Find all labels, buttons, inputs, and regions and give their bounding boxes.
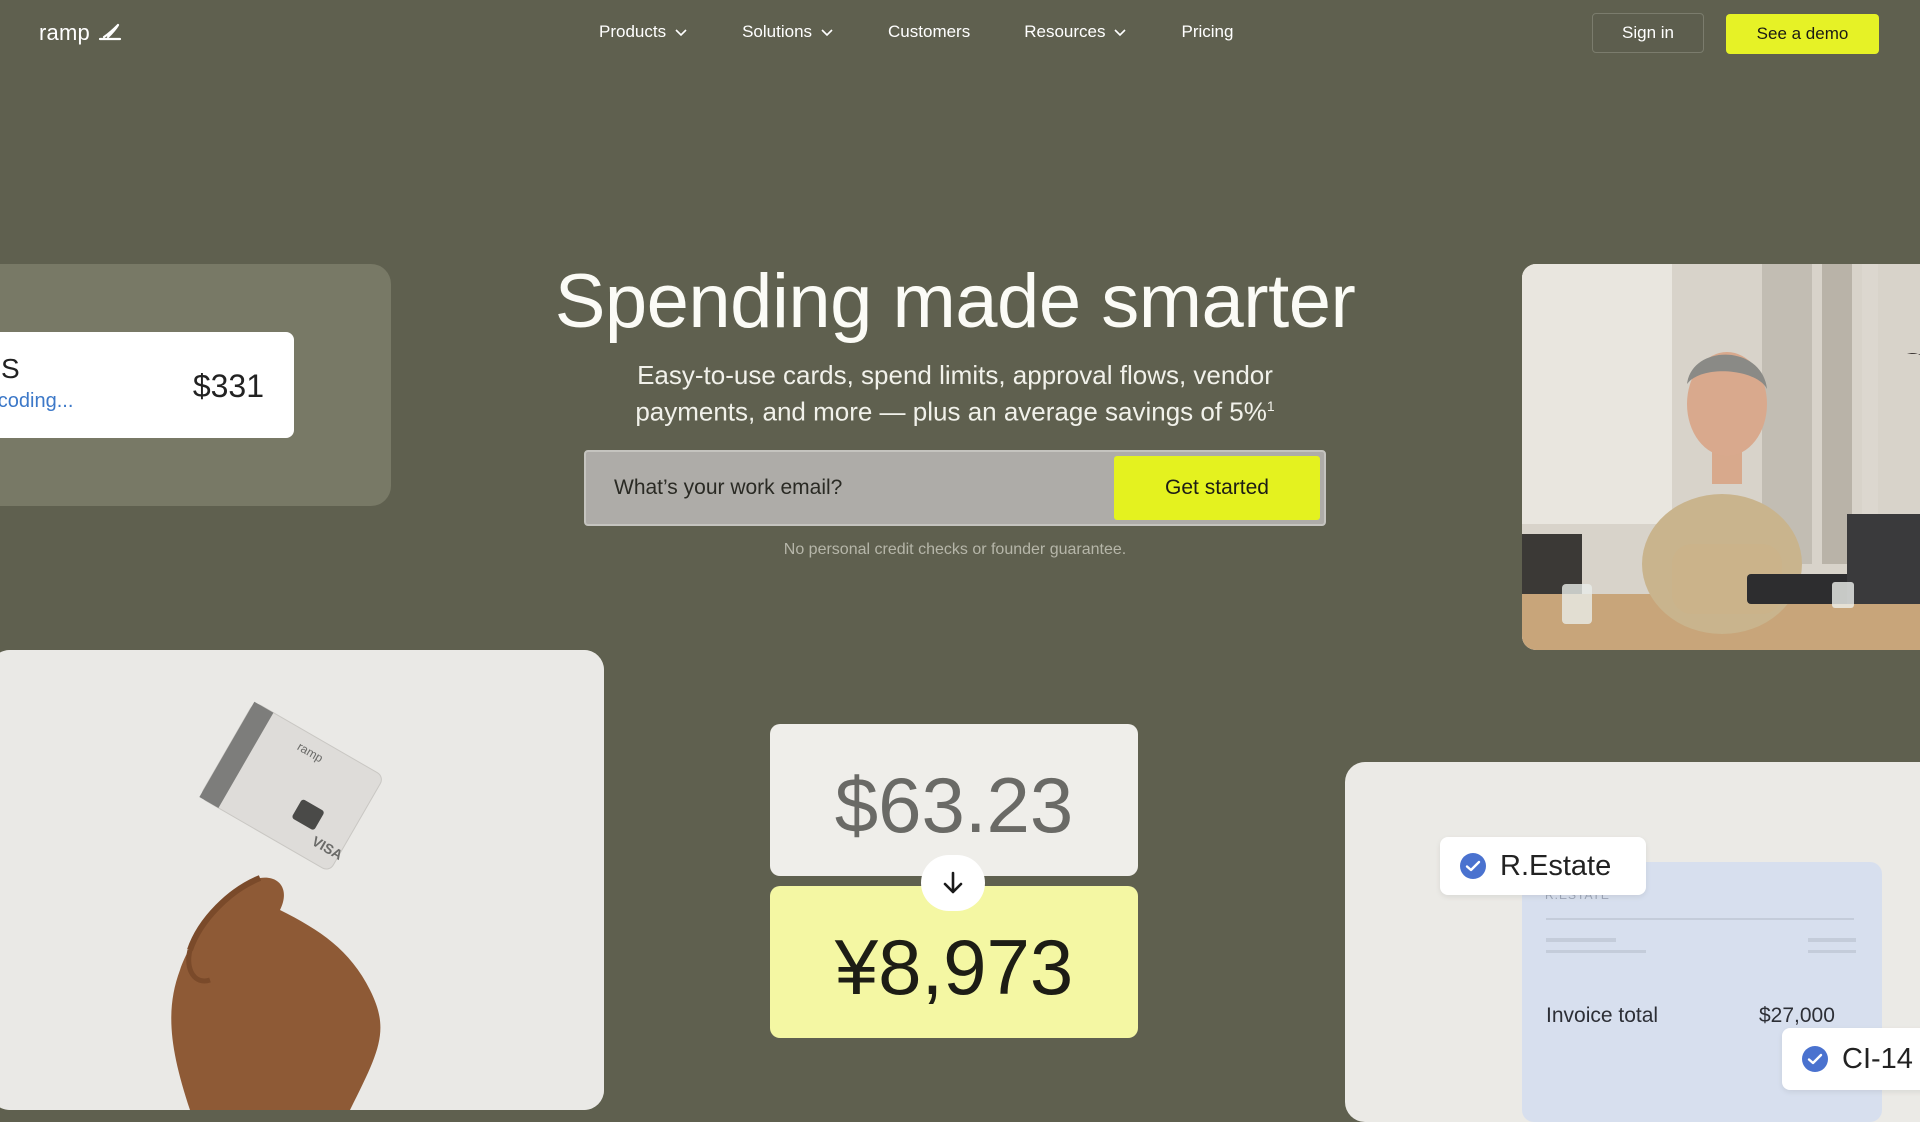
transaction-category: o-coding... — [0, 390, 74, 412]
top-nav: ramp Products Solutions Customers Resour… — [0, 0, 1920, 70]
office-meeting-illustration — [1522, 264, 1920, 650]
menu-customers-label: Customers — [888, 22, 971, 41]
invoice-line-item — [1808, 950, 1856, 953]
invoice-line-item — [1808, 938, 1856, 942]
invoice-rule — [1546, 918, 1854, 920]
work-email-input[interactable]: What’s your work email? — [614, 476, 842, 500]
sign-in-button[interactable]: Sign in — [1592, 13, 1704, 53]
source-amount-card: $63.23 — [770, 724, 1138, 876]
invoice-id-tag: CI-14 — [1782, 1028, 1920, 1090]
check-circle-icon — [1802, 1046, 1828, 1072]
logo-text: ramp — [39, 20, 90, 45]
invoice-line-item — [1546, 938, 1616, 942]
hand-holding-card-photo: ramp VISA — [0, 650, 604, 1110]
menu-pricing[interactable]: Pricing — [1181, 22, 1233, 42]
vendor-tag-label: R.Estate — [1500, 849, 1612, 882]
hero-subtitle-line1: Easy-to-use cards, spend limits, approva… — [637, 360, 1273, 390]
chevron-down-icon — [1114, 29, 1127, 37]
hero-subtitle: Easy-to-use cards, spend limits, approva… — [560, 360, 1350, 428]
hand-card-illustration: ramp VISA — [0, 650, 604, 1110]
ramp-logo-icon — [98, 23, 122, 41]
footnote-mark: 1 — [1266, 398, 1275, 414]
get-started-button[interactable]: Get started — [1114, 456, 1320, 520]
menu-products-label: Products — [599, 22, 667, 41]
arrow-down-icon — [921, 855, 985, 911]
chevron-down-icon — [821, 29, 833, 37]
check-circle-icon — [1460, 853, 1486, 879]
merchant-initial: S — [1, 353, 20, 384]
menu-resources[interactable]: Resources — [1024, 22, 1127, 42]
invoice-line-item — [1546, 950, 1646, 953]
transaction-amount: $331 — [192, 368, 264, 404]
transaction-card: S o-coding... $331 — [0, 332, 294, 438]
office-meeting-photo — [1522, 264, 1920, 650]
invoice-total-label: Invoice total — [1546, 1004, 1659, 1027]
vendor-tag: R.Estate — [1440, 837, 1646, 895]
menu-solutions-label: Solutions — [742, 22, 813, 41]
menu-products[interactable]: Products — [599, 22, 688, 42]
menu-pricing-label: Pricing — [1181, 22, 1234, 41]
see-demo-button[interactable]: See a demo — [1726, 14, 1879, 54]
signup-form: What’s your work email? Get started — [584, 450, 1326, 526]
invoice-total-value: $27,000 — [1759, 1004, 1835, 1027]
menu-resources-label: Resources — [1024, 22, 1106, 41]
hero-subtitle-line2: payments, and more — plus an average sav… — [635, 396, 1267, 427]
converted-amount: ¥8,973 — [834, 923, 1074, 1011]
ramp-logo[interactable]: ramp — [39, 20, 122, 46]
menu-solutions[interactable]: Solutions — [742, 22, 834, 42]
chevron-down-icon — [675, 29, 687, 37]
menu-customers[interactable]: Customers — [888, 22, 970, 42]
source-amount: $63.23 — [834, 761, 1074, 849]
main-menu: Products Solutions Customers Resources P… — [599, 22, 1287, 42]
invoice-id-label: CI-14 — [1842, 1042, 1913, 1075]
